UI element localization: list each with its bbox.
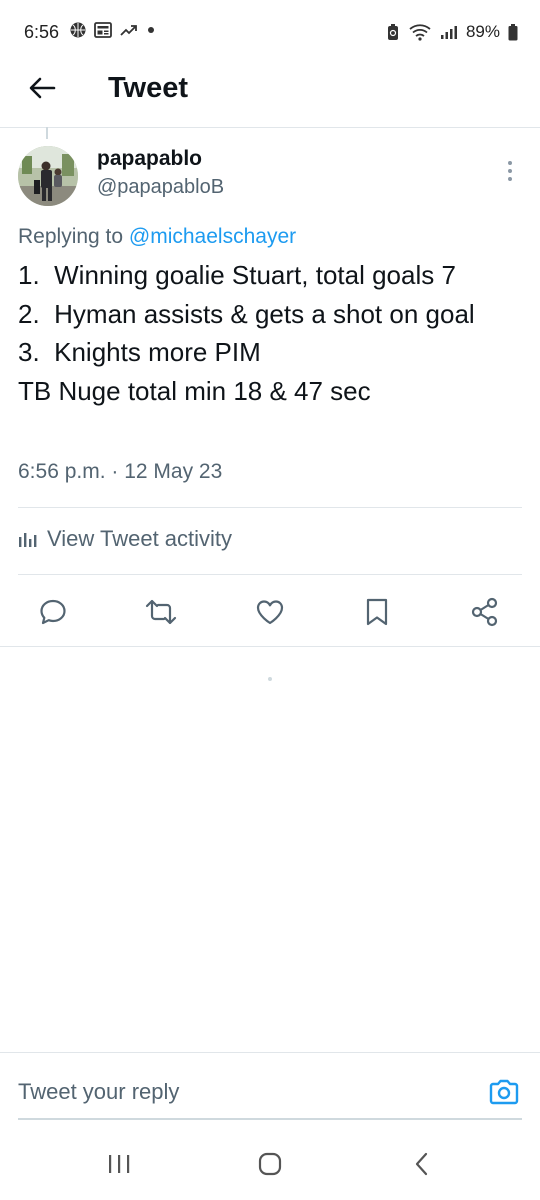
divider xyxy=(0,1052,540,1053)
tweet-line: 3. Knights more PIM xyxy=(18,337,261,367)
battery-icon xyxy=(508,24,518,41)
view-activity-button[interactable]: View Tweet activity xyxy=(18,526,232,552)
retweet-button[interactable] xyxy=(139,590,183,634)
home-button[interactable] xyxy=(250,1146,290,1182)
like-button[interactable] xyxy=(248,590,292,634)
navigation-bar xyxy=(0,1130,540,1200)
bookmark-button[interactable] xyxy=(355,590,399,634)
reply-icon xyxy=(40,599,66,625)
reply-button[interactable] xyxy=(31,590,75,634)
back-button[interactable] xyxy=(22,68,62,108)
replying-to: Replying to @michaelschayer xyxy=(18,225,296,249)
bookmark-icon xyxy=(366,598,388,626)
thread-connector xyxy=(46,127,48,139)
tweet-timestamp[interactable]: 6:56 p.m. · 12 May 23 xyxy=(18,460,222,484)
camera-button[interactable] xyxy=(486,1074,522,1110)
avatar-photo xyxy=(18,146,78,206)
home-icon xyxy=(258,1152,282,1176)
divider xyxy=(18,574,522,575)
wifi-icon xyxy=(409,24,431,41)
divider xyxy=(18,507,522,508)
avatar[interactable] xyxy=(18,146,78,206)
page-title: Tweet xyxy=(108,72,189,104)
back-arrow-icon xyxy=(29,77,56,99)
recent-apps-button[interactable] xyxy=(99,1146,139,1182)
header-divider xyxy=(0,127,540,128)
tweet-line: TB Nuge total min 18 & 47 sec xyxy=(18,375,371,406)
tweet-line: 2. Hyman assists & gets a shot on goal xyxy=(18,298,475,329)
user-handle[interactable]: @papapabloB xyxy=(97,176,224,199)
analytics-icon xyxy=(19,533,37,547)
battery-percent: 89% xyxy=(465,22,500,41)
share-button[interactable] xyxy=(463,590,507,634)
more-vertical-icon xyxy=(508,161,512,181)
tweet-line: 1. Winning goalie Stuart, total goals 7 xyxy=(18,260,456,290)
view-activity-label: View Tweet activity xyxy=(47,526,233,551)
recent-apps-icon xyxy=(109,1155,130,1173)
replying-prefix: Replying to xyxy=(18,225,129,248)
status-time: 6:56 xyxy=(24,22,60,42)
more-options-button[interactable] xyxy=(498,158,522,184)
notification-icons xyxy=(70,22,156,38)
camera-icon xyxy=(489,1079,519,1105)
share-icon xyxy=(471,597,498,627)
trending-icon xyxy=(120,25,137,36)
signal-icon xyxy=(440,26,457,39)
like-icon xyxy=(256,600,284,625)
basketball-icon xyxy=(70,22,86,38)
loading-indicator xyxy=(268,677,272,681)
display-name[interactable]: papapablo xyxy=(97,147,202,171)
tweet-actions xyxy=(0,590,540,634)
replying-to-link[interactable]: @michaelschayer xyxy=(129,225,296,248)
divider xyxy=(0,646,540,647)
dot-icon xyxy=(148,27,154,33)
back-nav-button[interactable] xyxy=(402,1146,442,1182)
back-chevron-icon xyxy=(415,1152,428,1176)
status-bar: 6:56 89% xyxy=(0,0,540,62)
system-icons: 89% xyxy=(386,22,518,42)
reply-underline xyxy=(18,1118,522,1120)
battery-saver-icon xyxy=(387,24,398,40)
reply-input[interactable] xyxy=(18,1072,458,1112)
news-icon xyxy=(94,22,112,38)
retweet-icon xyxy=(145,599,177,625)
tweet-text: 1. Winning goalie Stuart, total goals 7 … xyxy=(18,256,528,410)
